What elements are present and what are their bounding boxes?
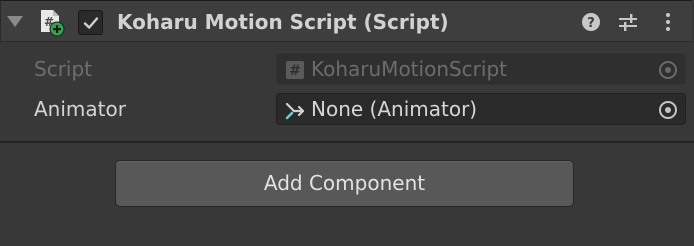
checkmark-icon [83,17,99,29]
script-field-value: KoharuMotionScript [311,57,507,81]
add-component-button[interactable]: Add Component [115,160,574,207]
component-title: Koharu Motion Script (Script) [117,10,449,34]
presets-sliders-icon[interactable] [616,10,640,34]
component-header[interactable]: # Koharu Motion Script (Script) ? [0,0,692,42]
object-picker-icon [657,59,679,81]
object-picker-icon[interactable] [657,99,679,121]
animator-field-value: None (Animator) [311,97,478,121]
svg-text:?: ? [587,16,595,31]
help-icon[interactable]: ? [579,10,603,34]
script-property-label: Script [34,57,93,81]
component-enabled-checkbox[interactable] [78,10,103,35]
animator-property-label: Animator [34,97,126,121]
hash-icon: # [285,60,305,80]
svg-text:#: # [289,63,301,79]
inspector-panel: # Koharu Motion Script (Script) ? Script… [0,0,694,246]
script-file-icon: # [39,9,65,37]
animator-object-field[interactable]: None (Animator) [276,93,686,125]
triangle-down-icon[interactable] [7,16,23,27]
script-object-field: # KoharuMotionScript [276,53,686,85]
animator-icon [285,100,305,120]
kebab-menu-icon[interactable] [656,10,680,34]
section-divider [0,141,694,143]
